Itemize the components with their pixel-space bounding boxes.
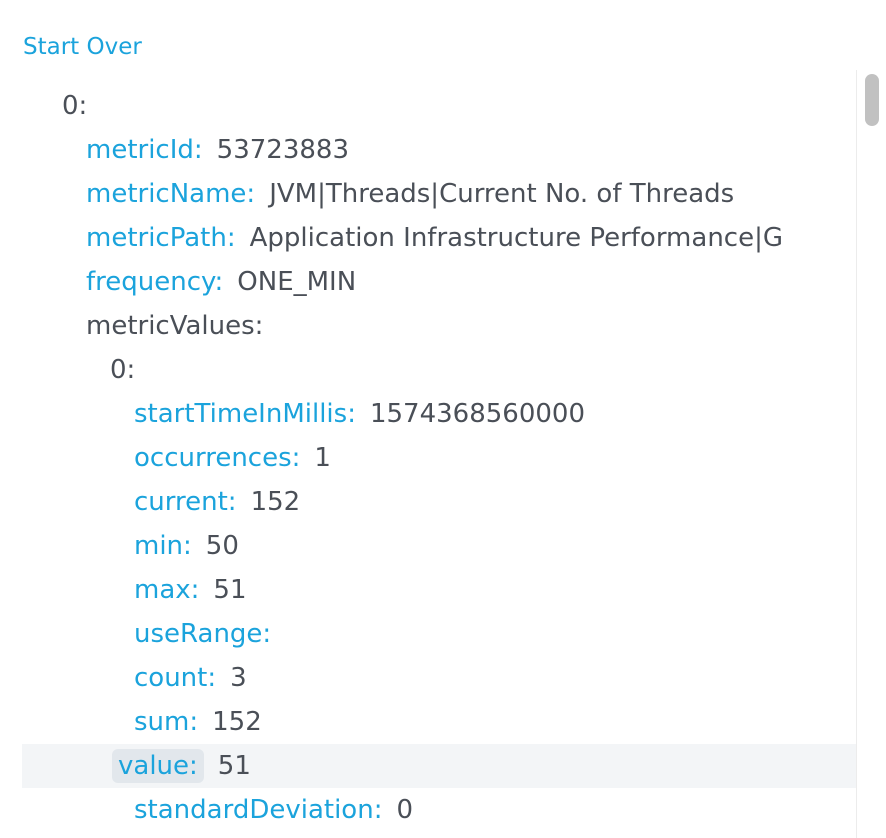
metricId-key[interactable]: metricId:	[86, 135, 203, 165]
max-value: 51	[213, 575, 247, 605]
tree-row-root-index: 0:	[0, 84, 856, 128]
occurrences-key[interactable]: occurrences:	[134, 443, 300, 473]
tree-row-current: current: 152	[0, 480, 856, 524]
metricName-value: JVM|Threads|Current No. of Threads	[269, 179, 735, 209]
min-key[interactable]: min:	[134, 531, 192, 561]
current-key[interactable]: current:	[134, 487, 237, 517]
count-key[interactable]: count:	[134, 663, 216, 693]
tree-row-min: min: 50	[0, 524, 856, 568]
start-over-link[interactable]: Start Over	[23, 32, 142, 62]
value-key-wrapper: value:	[0, 749, 204, 783]
tree-row-standardDeviation: standardDeviation: 0	[0, 788, 856, 832]
tree-row-sum: sum: 152	[0, 700, 856, 744]
metricId-value: 53723883	[216, 135, 350, 165]
tree-row-occurrences: occurrences: 1	[0, 436, 856, 480]
max-key[interactable]: max:	[134, 575, 199, 605]
tree-row-metricPath: metricPath: Application Infrastructure Pe…	[0, 216, 856, 260]
count-value: 3	[230, 663, 247, 693]
startTimeInMillis-key[interactable]: startTimeInMillis:	[134, 399, 356, 429]
current-value: 152	[250, 487, 301, 517]
metricName-key[interactable]: metricName:	[86, 179, 255, 209]
value-key[interactable]: value:	[112, 749, 204, 783]
json-viewer-page: Start Over 0: metricId: 53723883 metricNa…	[0, 0, 886, 838]
scrollbar-thumb[interactable]	[865, 74, 879, 126]
metricValues-index-label: 0:	[110, 355, 136, 385]
startTimeInMillis-value: 1574368560000	[369, 399, 586, 429]
tree-row-value-selected[interactable]: value: 51	[22, 744, 856, 788]
tree-row-metricId: metricId: 53723883	[0, 128, 856, 172]
useRange-key[interactable]: useRange:	[134, 619, 271, 649]
tree-row-useRange: useRange:	[0, 612, 856, 656]
min-value: 50	[205, 531, 239, 561]
tree-row-count: count: 3	[0, 656, 856, 700]
frequency-key[interactable]: frequency:	[86, 267, 223, 297]
tree-row-startTimeInMillis: startTimeInMillis: 1574368560000	[0, 392, 856, 436]
sum-value: 152	[212, 707, 262, 737]
standardDeviation-value: 0	[396, 795, 413, 825]
metricPath-value: Application Infrastructure Performance|G	[249, 223, 783, 253]
tree-row-metricValues-index: 0:	[0, 348, 856, 392]
metricPath-key[interactable]: metricPath:	[86, 223, 236, 253]
frequency-value: ONE_MIN	[237, 267, 357, 297]
json-tree: 0: metricId: 53723883 metricName: JVM|Thre…	[0, 70, 856, 838]
tree-row-metricName: metricName: JVM|Threads|Current No. of Th…	[0, 172, 856, 216]
occurrences-value: 1	[314, 443, 331, 473]
tree-row-max: max: 51	[0, 568, 856, 612]
metricValues-key[interactable]: metricValues:	[86, 311, 263, 341]
vertical-scrollbar[interactable]	[856, 70, 886, 838]
tree-row-metricValues: metricValues:	[0, 304, 856, 348]
value-value: 51	[217, 751, 251, 781]
sum-key[interactable]: sum:	[134, 707, 198, 737]
standardDeviation-key[interactable]: standardDeviation:	[134, 795, 382, 825]
root-index-label: 0:	[62, 91, 88, 121]
tree-row-frequency: frequency: ONE_MIN	[0, 260, 856, 304]
